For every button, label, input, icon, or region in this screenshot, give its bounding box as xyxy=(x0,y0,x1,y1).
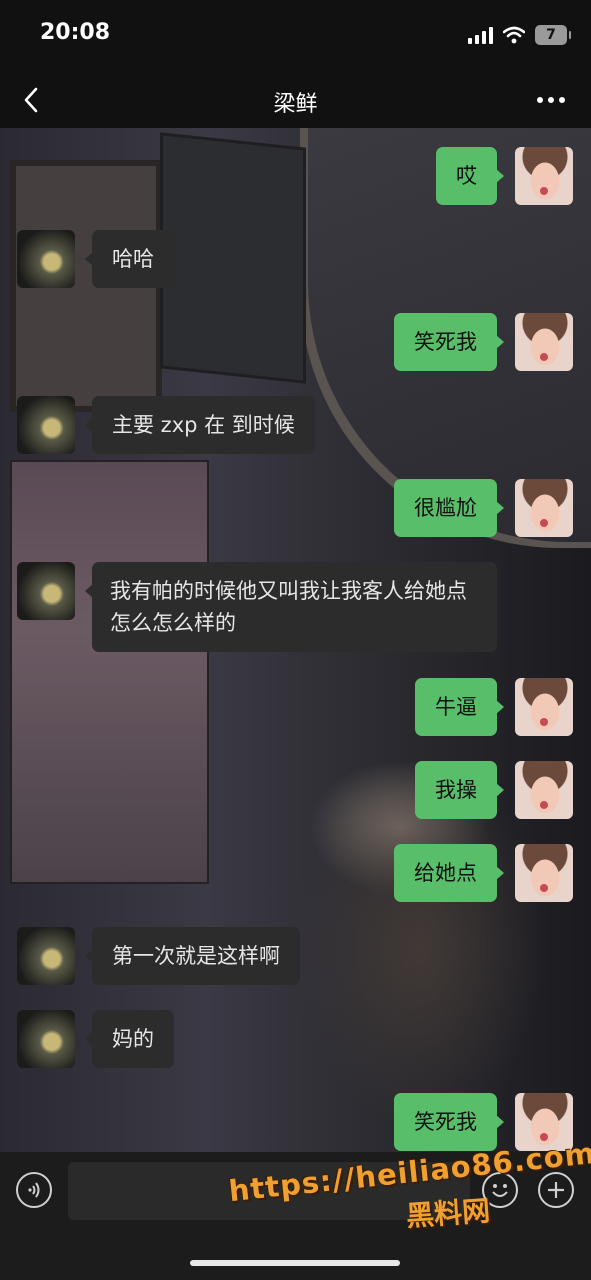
more-button[interactable] xyxy=(533,88,569,112)
plus-button[interactable] xyxy=(538,1172,574,1208)
message-bubble-sent[interactable]: 笑死我 xyxy=(394,1093,504,1151)
more-dots-icon xyxy=(537,97,565,103)
plus-icon xyxy=(548,1182,564,1198)
message-bubble-sent[interactable]: 我操 xyxy=(415,761,504,819)
my-avatar[interactable] xyxy=(515,313,573,371)
input-bar xyxy=(0,1152,591,1280)
message-input[interactable] xyxy=(68,1162,470,1220)
signal-icon xyxy=(468,26,493,44)
voice-icon xyxy=(28,1182,40,1198)
contact-avatar[interactable] xyxy=(17,562,75,620)
message-bubble-received[interactable]: 哈哈 xyxy=(85,230,174,288)
my-avatar[interactable] xyxy=(515,479,573,537)
my-avatar[interactable] xyxy=(515,147,573,205)
battery-indicator: 7 xyxy=(535,25,571,45)
my-avatar[interactable] xyxy=(515,761,573,819)
my-avatar[interactable] xyxy=(515,678,573,736)
contact-avatar[interactable] xyxy=(17,1010,75,1068)
chat-title: 梁鲜 xyxy=(273,92,318,117)
message-bubble-sent[interactable]: 很尴尬 xyxy=(394,479,504,537)
contact-avatar[interactable] xyxy=(17,396,75,454)
background-sign xyxy=(160,132,306,384)
top-bar: 20:08 7 梁鲜 xyxy=(0,0,591,128)
background-poster xyxy=(10,460,209,884)
message-bubble-sent[interactable]: 哎 xyxy=(436,147,504,205)
message-bubble-received[interactable]: 主要 zxp 在 到时候 xyxy=(85,396,315,454)
status-icons: 7 xyxy=(468,22,571,48)
home-indicator xyxy=(190,1260,400,1266)
voice-button[interactable] xyxy=(16,1172,52,1208)
status-time: 20:08 xyxy=(40,20,111,45)
message-bubble-sent[interactable]: 给她点 xyxy=(394,844,504,902)
wifi-icon xyxy=(503,26,525,44)
contact-avatar[interactable] xyxy=(17,230,75,288)
message-bubble-received[interactable]: 妈的 xyxy=(85,1010,174,1068)
emoji-button[interactable] xyxy=(482,1172,518,1208)
message-bubble-sent[interactable]: 牛逼 xyxy=(415,678,504,736)
message-bubble-received[interactable]: 我有帕的时候他又叫我让我客人给她点怎么怎么样的 xyxy=(85,562,497,652)
message-bubble-sent[interactable]: 笑死我 xyxy=(394,313,504,371)
contact-avatar[interactable] xyxy=(17,927,75,985)
my-avatar[interactable] xyxy=(515,1093,573,1151)
emoji-icon xyxy=(492,1184,508,1197)
my-avatar[interactable] xyxy=(515,844,573,902)
message-bubble-received[interactable]: 第一次就是这样啊 xyxy=(85,927,300,985)
